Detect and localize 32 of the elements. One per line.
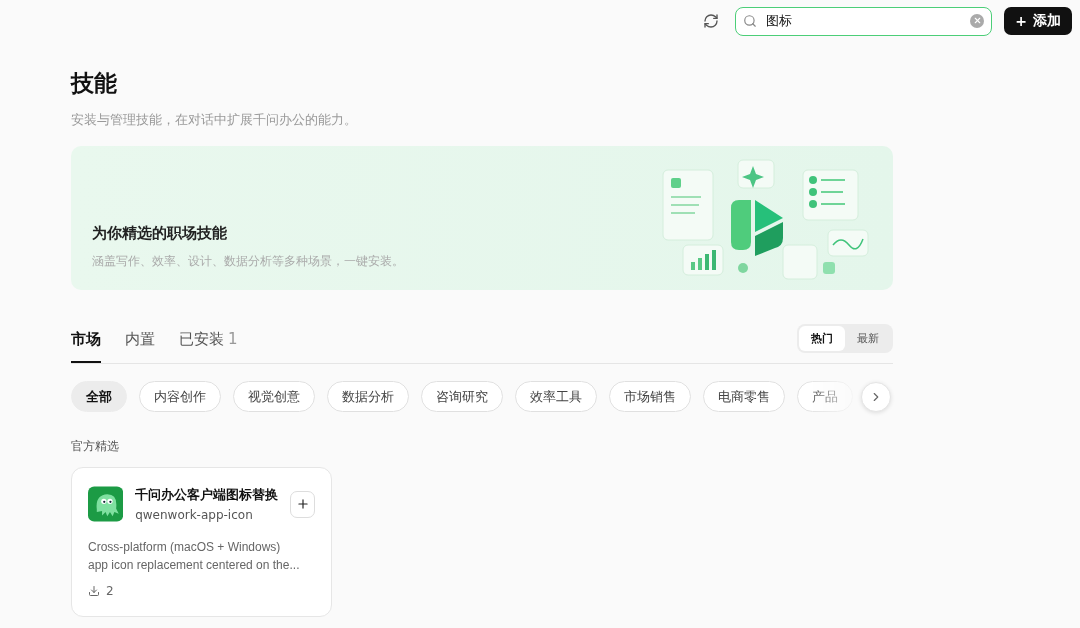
skill-description: Cross-platform (macOS + Windows) app icon replacement centered on the... <box>88 539 301 574</box>
tab[interactable]: 已安装 1 <box>179 325 238 363</box>
banner-subtitle: 涵盖写作、效率、设计、数据分析等多种场景，一键安装。 <box>92 253 404 270</box>
skill-card[interactable]: 千问办公客户端图标替换 qwenwork-app-icon Cross-platform (macOS + Windows) app icon replacement centered on the... 2 <box>71 467 332 617</box>
section-title: 官方精选 <box>71 438 120 455</box>
tab[interactable]: 市场 <box>71 325 101 363</box>
plus-icon <box>295 497 310 511</box>
skill-slug: qwenwork-app-icon <box>135 507 254 522</box>
category-chip[interactable]: 效率工具 <box>515 381 597 412</box>
category-chip[interactable]: 数据分析 <box>327 381 409 412</box>
category-chip[interactable]: 产品 <box>797 381 853 412</box>
sort-option[interactable]: 最新 <box>845 326 891 351</box>
download-count: 2 <box>106 584 114 598</box>
category-chip[interactable]: 全部 <box>71 381 127 412</box>
search-field[interactable]: 图标 <box>735 6 993 36</box>
skill-name: 千问办公客户端图标替换 <box>135 486 279 504</box>
banner-title: 为你精选的职场技能 <box>92 224 228 243</box>
add-button[interactable]: + 添加 <box>1004 7 1072 35</box>
category-chip[interactable]: 内容创作 <box>139 381 221 412</box>
page-subtitle: 安装与管理技能，在对话中扩展千问办公的能力。 <box>71 111 358 129</box>
octopus-app-icon <box>88 484 124 524</box>
category-chip[interactable]: 市场销售 <box>609 381 691 412</box>
close-icon <box>972 16 982 25</box>
sort-option[interactable]: 热门 <box>799 326 845 351</box>
search-icon <box>743 13 758 28</box>
install-button[interactable] <box>290 490 315 518</box>
category-chip[interactable]: 视觉创意 <box>233 381 315 412</box>
tab[interactable]: 内置 <box>125 325 155 363</box>
category-chip[interactable]: 咨询研究 <box>421 381 503 412</box>
category-chip[interactable]: 电商零售 <box>703 381 785 412</box>
page-title: 技能 <box>71 69 118 98</box>
download-icon <box>88 585 100 597</box>
